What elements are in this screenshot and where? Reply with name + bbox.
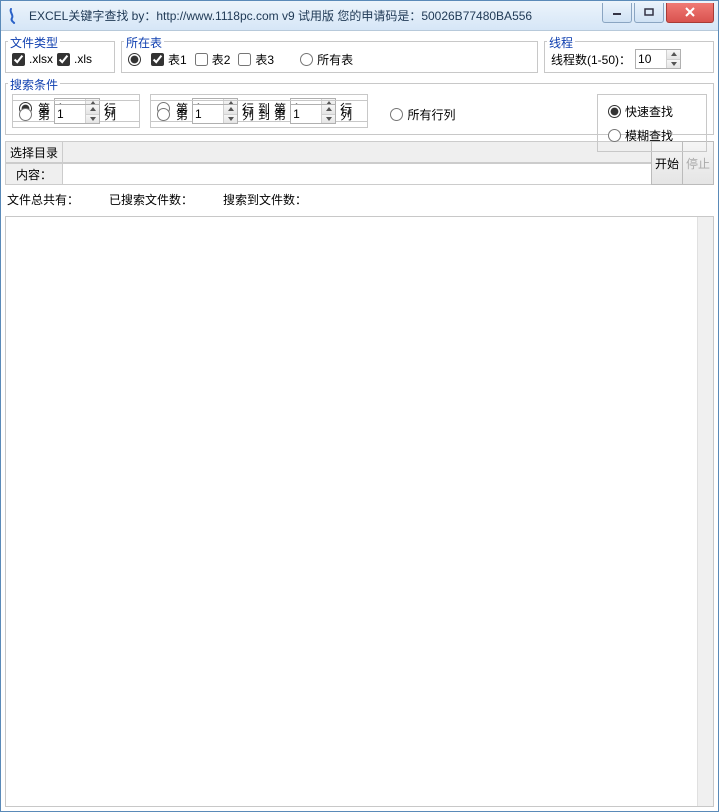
checkbox-xlsx-label: .xlsx <box>29 52 53 66</box>
radio-mode-fuzzy-label: 模糊查找 <box>625 127 673 144</box>
spin-down-icon[interactable] <box>224 115 237 124</box>
threads-input[interactable] <box>636 50 666 68</box>
col-single-spinner[interactable] <box>54 104 100 124</box>
app-body: 文件类型 .xlsx .xls 所在表 表1 <box>1 31 718 811</box>
checkbox-xlsx[interactable]: .xlsx <box>12 52 53 66</box>
select-dir-button[interactable]: 选择目录 <box>5 141 63 163</box>
threads-group: 线程 线程数(1-50)： <box>544 41 714 73</box>
stat-total: 文件总共有： <box>7 191 79 208</box>
close-button[interactable] <box>666 3 714 23</box>
checkbox-sheet2-input[interactable] <box>195 53 208 66</box>
window-title: EXCEL关键字查找 by：http://www.1118pc.com v9 试… <box>29 7 600 24</box>
checkbox-sheet2-label: 表2 <box>212 51 231 68</box>
threads-label: 线程数(1-50)： <box>551 51 631 68</box>
col-range-pre1: 第 <box>176 106 188 123</box>
results-list[interactable] <box>5 216 714 807</box>
spin-down-icon[interactable] <box>322 115 335 124</box>
search-legend: 搜索条件 <box>8 76 60 93</box>
checkbox-sheet3[interactable]: 表3 <box>238 51 274 68</box>
col-range-to-spinner[interactable] <box>290 104 336 124</box>
threads-down-icon[interactable] <box>667 60 680 69</box>
checkbox-xls[interactable]: .xls <box>57 52 92 66</box>
col-pre: 第 <box>38 106 50 123</box>
stat-found: 搜索到文件数： <box>223 191 307 208</box>
col-range-to: 到 <box>258 106 270 123</box>
checkbox-xls-input[interactable] <box>57 53 70 66</box>
sheets-group: 所在表 表1 表2 表3 所有 <box>121 41 538 73</box>
col-range-from-spinner[interactable] <box>192 104 238 124</box>
radio-mode-fast[interactable]: 快速查找 <box>608 103 673 120</box>
content-row: 内容： <box>5 163 652 185</box>
radio-col-range[interactable] <box>157 108 170 121</box>
dir-row: 选择目录 <box>5 141 652 163</box>
col-suffix: 列 <box>104 106 116 123</box>
app-icon <box>7 8 23 24</box>
radio-sheets-all-input[interactable] <box>300 53 313 66</box>
results-scrollbar[interactable] <box>697 217 713 806</box>
col-range-box: 第 列 到 第 列 <box>150 100 368 128</box>
radio-sheets-all-label: 所有表 <box>317 51 353 68</box>
radio-mode-fast-label: 快速查找 <box>625 103 673 120</box>
stats-row: 文件总共有： 已搜索文件数： 搜索到文件数： <box>5 187 714 212</box>
search-mode-box: 快速查找 模糊查找 <box>597 94 707 152</box>
col-range-from-input[interactable] <box>193 105 223 123</box>
titlebar: EXCEL关键字查找 by：http://www.1118pc.com v9 试… <box>1 1 718 31</box>
radio-mode-fuzzy[interactable]: 模糊查找 <box>608 127 673 144</box>
threads-spinner[interactable] <box>635 49 681 69</box>
search-group: 搜索条件 第 行 第 <box>5 83 714 135</box>
spin-up-icon[interactable] <box>86 105 99 115</box>
radio-all-rc[interactable]: 所有行列 <box>378 106 468 123</box>
minimize-button[interactable] <box>602 3 632 23</box>
mid-left: 选择目录 内容： <box>5 141 652 185</box>
checkbox-sheet1-input[interactable] <box>151 53 164 66</box>
app-window: EXCEL关键字查找 by：http://www.1118pc.com v9 试… <box>0 0 719 812</box>
threads-legend: 线程 <box>547 34 575 51</box>
spin-down-icon[interactable] <box>86 115 99 124</box>
radio-sheets-specific-input[interactable] <box>128 53 141 66</box>
radio-sheets-all[interactable]: 所有表 <box>300 51 353 68</box>
filetype-legend: 文件类型 <box>8 34 60 51</box>
top-groups: 文件类型 .xlsx .xls 所在表 表1 <box>5 35 714 73</box>
checkbox-sheet1[interactable]: 表1 <box>151 51 187 68</box>
checkbox-sheet3-label: 表3 <box>255 51 274 68</box>
col-single-input[interactable] <box>55 105 85 123</box>
radio-all-rc-label: 所有行列 <box>407 106 455 123</box>
stat-searched: 已搜索文件数： <box>109 191 193 208</box>
dir-display <box>63 141 652 163</box>
col-range-mid2: 列 <box>340 106 352 123</box>
radio-sheets-specific[interactable] <box>128 53 143 66</box>
checkbox-sheet3-input[interactable] <box>238 53 251 66</box>
radio-col-single[interactable] <box>19 108 32 121</box>
radio-mode-fuzzy-input[interactable] <box>608 129 621 142</box>
radio-mode-fast-input[interactable] <box>608 105 621 118</box>
maximize-button[interactable] <box>634 3 664 23</box>
window-controls <box>600 3 714 23</box>
threads-up-icon[interactable] <box>667 50 680 60</box>
col-range-pre2: 第 <box>274 106 286 123</box>
content-label: 内容： <box>5 163 63 185</box>
spin-up-icon[interactable] <box>224 105 237 115</box>
checkbox-xlsx-input[interactable] <box>12 53 25 66</box>
content-input[interactable] <box>63 163 652 185</box>
spin-up-icon[interactable] <box>322 105 335 115</box>
col-range-to-input[interactable] <box>291 105 321 123</box>
sheets-legend: 所在表 <box>124 34 164 51</box>
checkbox-xls-label: .xls <box>74 52 92 66</box>
checkbox-sheet1-label: 表1 <box>168 51 187 68</box>
checkbox-sheet2[interactable]: 表2 <box>195 51 231 68</box>
col-single-box: 第 列 <box>12 100 140 128</box>
filetype-group: 文件类型 .xlsx .xls <box>5 41 115 73</box>
col-range-mid1: 列 <box>242 106 254 123</box>
radio-all-rc-input[interactable] <box>390 108 403 121</box>
